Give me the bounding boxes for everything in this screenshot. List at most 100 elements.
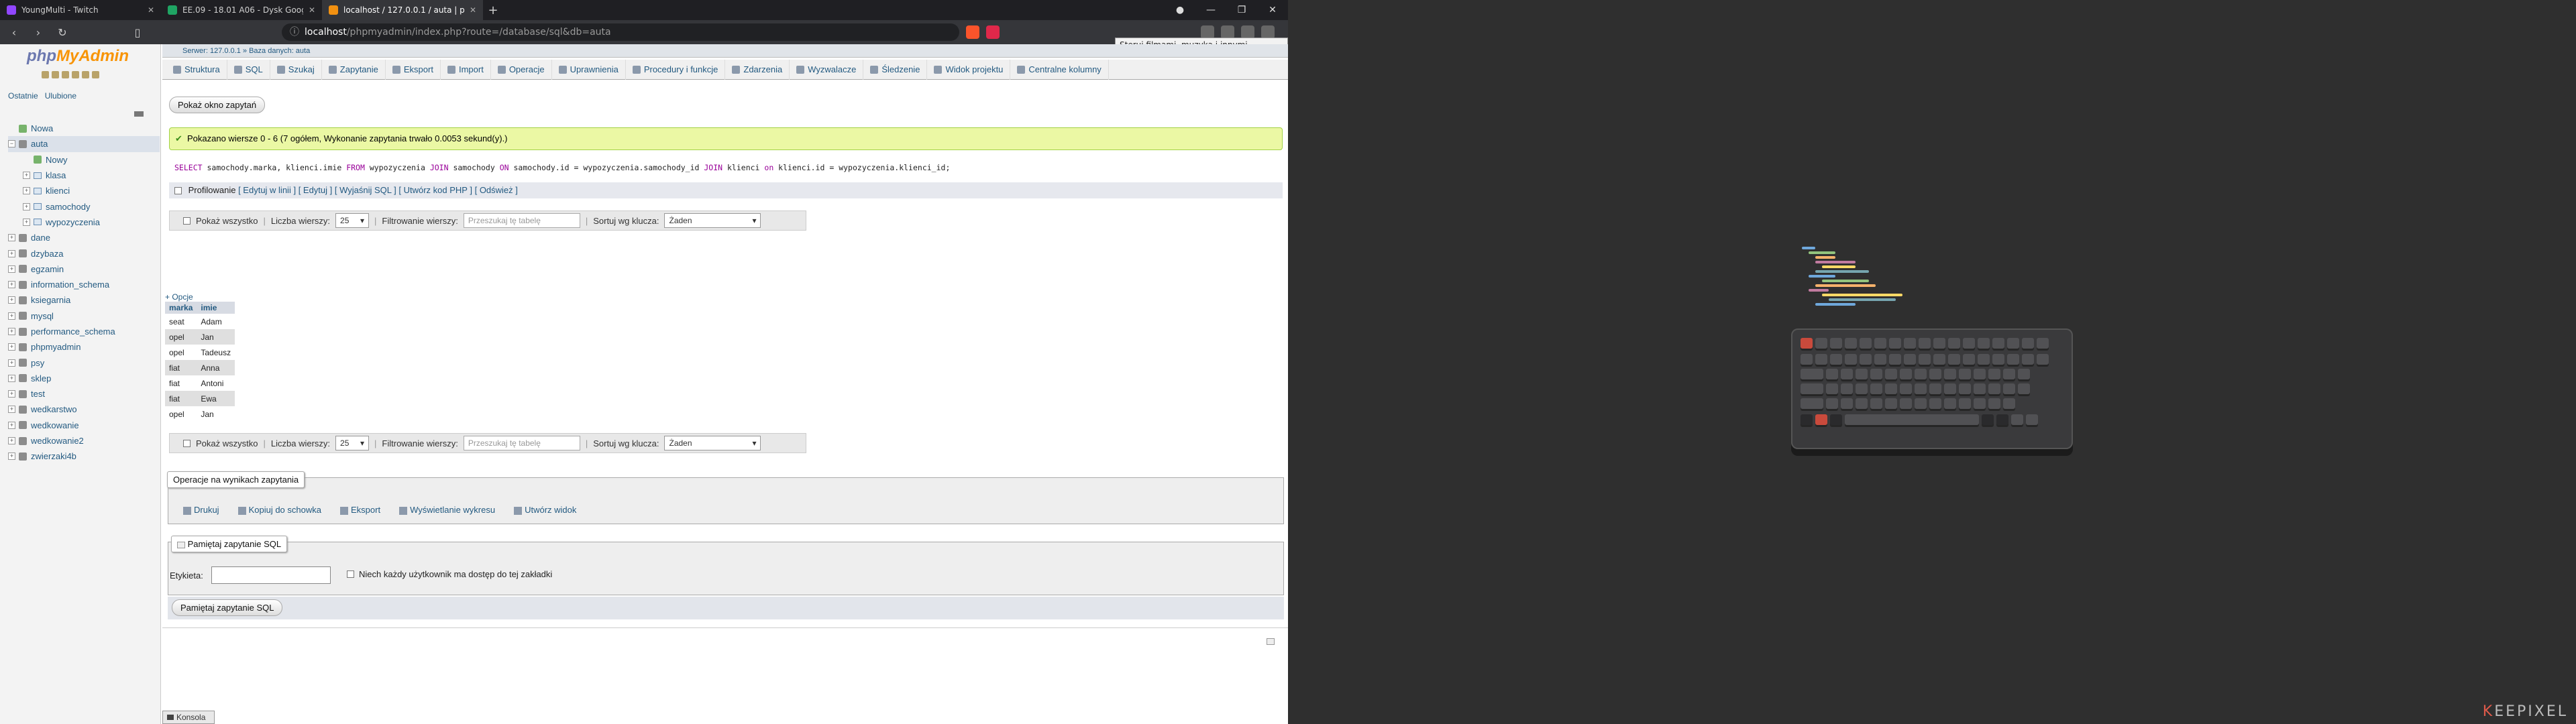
tree-database-item[interactable]: + wedkowanie2 bbox=[8, 433, 160, 448]
docs-icon[interactable] bbox=[72, 71, 79, 78]
tree-database-item[interactable]: + phpmyadmin bbox=[8, 339, 160, 355]
expand-icon[interactable]: + bbox=[8, 452, 15, 461]
table-row[interactable]: fiat Anna bbox=[165, 360, 235, 375]
tree-database-item[interactable]: + wedkarstwo bbox=[8, 402, 160, 417]
bookmark-label-input[interactable] bbox=[211, 566, 331, 584]
expand-icon[interactable]: + bbox=[8, 234, 15, 242]
brave-shields-icon[interactable] bbox=[966, 25, 979, 39]
tree-database-item[interactable]: + dane bbox=[8, 230, 160, 245]
menu-tab[interactable]: Centralne kolumny bbox=[1010, 59, 1109, 80]
tree-database-item[interactable]: + wedkowanie bbox=[8, 418, 160, 433]
tab-favorites[interactable]: Ulubione bbox=[45, 91, 76, 101]
expand-icon[interactable]: + bbox=[8, 359, 15, 367]
bookmark-icon[interactable]: ▯ bbox=[129, 26, 146, 39]
address-bar[interactable]: ⓘ localhost/phpmyadmin/index.php?route=/… bbox=[282, 23, 959, 41]
link-explain[interactable]: [ Wyjaśnij SQL ] bbox=[335, 185, 396, 195]
media-controls-icon[interactable] bbox=[1221, 25, 1234, 39]
tree-database-item[interactable]: + performance_schema bbox=[8, 324, 160, 339]
column-header[interactable]: marka bbox=[165, 302, 197, 314]
bookmark-submit-button[interactable]: Pamiętaj zapytanie SQL bbox=[172, 599, 283, 616]
tree-table-item[interactable]: + samochody bbox=[8, 198, 160, 214]
collapse-all-icon[interactable] bbox=[134, 111, 144, 117]
reload-icon[interactable]: ↻ bbox=[54, 26, 71, 39]
tree-database-item[interactable]: + ksiegarnia bbox=[8, 292, 160, 308]
reload-nav-icon[interactable] bbox=[92, 71, 99, 78]
menu-tab[interactable]: Eksport bbox=[386, 59, 441, 80]
tab-recent[interactable]: Ostatnie bbox=[8, 91, 38, 101]
close-tab-icon[interactable]: ✕ bbox=[470, 5, 476, 15]
tree-database-item[interactable]: + zwierzaki4b bbox=[8, 448, 160, 464]
link-refresh[interactable]: [ Odśwież ] bbox=[475, 185, 518, 195]
menu-tab[interactable]: Zdarzenia bbox=[725, 59, 790, 80]
phpmyadmin-logo[interactable]: phpMyAdmin bbox=[27, 47, 129, 66]
new-tab-button[interactable]: + bbox=[483, 3, 503, 17]
sort-select[interactable]: Żaden ▾ bbox=[664, 436, 761, 450]
menu-tab[interactable]: Śledzenie bbox=[863, 59, 928, 80]
menu-tab[interactable]: Zapytanie bbox=[322, 59, 386, 80]
expand-icon[interactable]: + bbox=[8, 312, 15, 320]
menu-icon[interactable] bbox=[1261, 25, 1275, 39]
tree-database-item[interactable]: + mysql bbox=[8, 308, 160, 324]
expand-icon[interactable]: + bbox=[23, 187, 30, 195]
minimize-button[interactable]: — bbox=[1195, 0, 1226, 20]
close-tab-icon[interactable]: ✕ bbox=[309, 5, 315, 15]
tree-database-item[interactable]: + psy bbox=[8, 355, 160, 370]
menu-tab[interactable]: Struktura bbox=[166, 59, 227, 80]
rows-select[interactable]: 25 ▾ bbox=[335, 436, 370, 450]
tree-table-item[interactable]: + klienci bbox=[8, 183, 160, 198]
tree-database-item[interactable]: + information_schema bbox=[8, 277, 160, 292]
profiling-checkbox[interactable] bbox=[174, 187, 182, 195]
table-row[interactable]: opel Jan bbox=[165, 329, 235, 345]
menu-tab[interactable]: Widok projektu bbox=[927, 59, 1011, 80]
expand-icon[interactable]: + bbox=[8, 390, 15, 398]
table-row[interactable]: opel Tadeusz bbox=[165, 345, 235, 360]
expand-icon[interactable]: + bbox=[23, 172, 30, 180]
create-view-link[interactable]: Utwórz widok bbox=[514, 505, 576, 515]
table-row[interactable]: seat Adam bbox=[165, 314, 235, 329]
menu-tab[interactable]: Wyzwalacze bbox=[790, 59, 864, 80]
tree-database-item[interactable]: − auta bbox=[8, 136, 160, 152]
tree-table-item[interactable]: + klasa bbox=[8, 168, 160, 183]
help-icon[interactable] bbox=[62, 71, 69, 78]
menu-tab[interactable]: SQL bbox=[227, 59, 270, 80]
scroll-top-icon[interactable] bbox=[1267, 638, 1275, 645]
expand-icon[interactable]: + bbox=[8, 374, 15, 382]
share-bookmark-checkbox[interactable] bbox=[347, 570, 354, 578]
show-all-checkbox[interactable] bbox=[183, 439, 191, 447]
menu-tab[interactable]: Import bbox=[441, 59, 491, 80]
breadcrumb-server[interactable]: Serwer: 127.0.0.1 bbox=[182, 47, 241, 55]
home-icon[interactable] bbox=[42, 71, 49, 78]
expand-icon[interactable]: + bbox=[8, 328, 15, 335]
export-link[interactable]: Eksport bbox=[339, 505, 380, 515]
link-edit-inline[interactable]: [ Edytuj w linii ] bbox=[238, 185, 296, 195]
show-all-checkbox[interactable] bbox=[183, 217, 191, 225]
filter-input[interactable]: Przeszukaj tę tabelę bbox=[463, 436, 580, 450]
rows-select[interactable]: 25 ▾ bbox=[335, 213, 370, 228]
logout-icon[interactable] bbox=[52, 71, 59, 78]
tree-table-item[interactable]: Nowy bbox=[8, 152, 160, 168]
close-tab-icon[interactable]: ✕ bbox=[148, 5, 154, 15]
tree-database-item[interactable]: + dzybaza bbox=[8, 245, 160, 261]
menu-tab[interactable]: Procedury i funkcje bbox=[626, 59, 726, 80]
tree-database-item[interactable]: + sklep bbox=[8, 371, 160, 386]
menu-tab[interactable]: Uprawnienia bbox=[552, 59, 626, 80]
expand-icon[interactable]: + bbox=[8, 249, 15, 257]
show-query-window-button[interactable]: Pokaż okno zapytań bbox=[169, 97, 266, 113]
expand-icon[interactable]: + bbox=[23, 218, 30, 226]
tree-database-item[interactable]: Nowa bbox=[8, 121, 160, 136]
maximize-button[interactable]: ❐ bbox=[1226, 0, 1257, 20]
expand-icon[interactable]: + bbox=[8, 406, 15, 414]
menu-tab[interactable]: Operacje bbox=[491, 59, 552, 80]
table-row[interactable]: opel Jan bbox=[165, 406, 235, 422]
menu-tab[interactable]: Szukaj bbox=[270, 59, 322, 80]
close-window-button[interactable]: ✕ bbox=[1257, 0, 1288, 20]
tree-database-item[interactable]: + egzamin bbox=[8, 261, 160, 277]
link-create-php[interactable]: [ Utwórz kod PHP ] bbox=[398, 185, 472, 195]
settings-icon[interactable] bbox=[82, 71, 89, 78]
forward-icon[interactable]: › bbox=[30, 26, 47, 39]
sidebar-icon[interactable] bbox=[1241, 25, 1254, 39]
back-icon[interactable]: ‹ bbox=[5, 26, 23, 39]
column-header[interactable]: imie bbox=[197, 302, 235, 314]
brave-rewards-icon[interactable] bbox=[986, 25, 1000, 39]
sort-select[interactable]: Żaden ▾ bbox=[664, 213, 761, 228]
